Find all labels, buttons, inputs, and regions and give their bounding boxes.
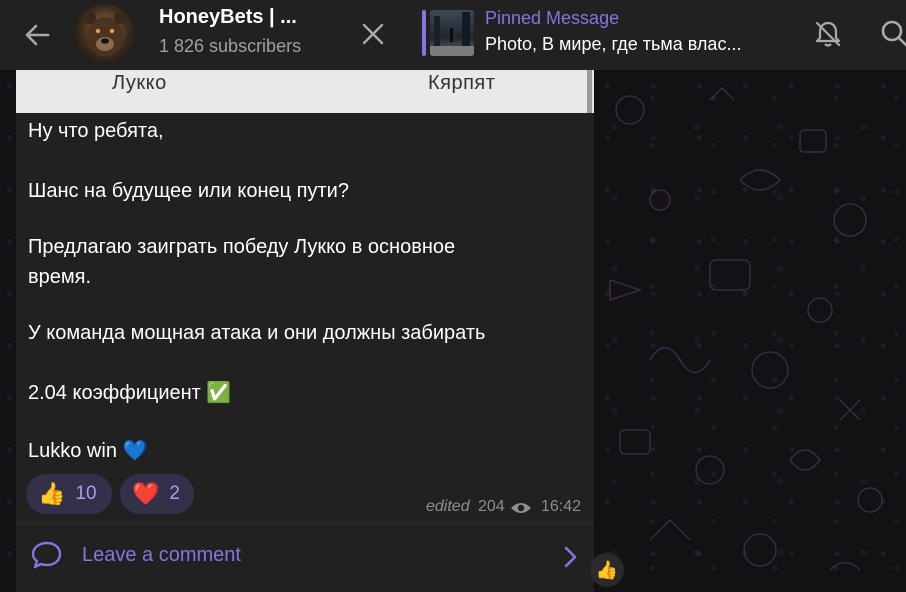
message-photo[interactable]: Лукко Кярпят — [16, 70, 594, 113]
channel-avatar[interactable] — [76, 4, 134, 62]
pinned-photo-icon — [430, 12, 474, 56]
search-icon[interactable] — [878, 17, 906, 51]
channel-title[interactable]: HoneyBets | ... — [159, 6, 297, 29]
bear-avatar-icon — [84, 12, 126, 57]
message-bubble: Лукко Кярпят Ну что ребята, Шанс на буду… — [16, 70, 594, 592]
message-text-line: Шанс на будущее или конец пути? — [28, 180, 349, 202]
background-doodles — [609, 86, 883, 571]
message-time: 16:42 — [541, 498, 582, 515]
quick-reaction-button[interactable]: 👍 — [590, 553, 624, 587]
edited-label: edited — [426, 498, 470, 515]
photo-team-right: Кярпят — [428, 72, 496, 94]
message-text-line: У команда мощная атака и они должны заби… — [28, 322, 486, 344]
pinned-message-label[interactable]: Pinned Message — [485, 8, 619, 29]
chevron-right-icon — [564, 546, 577, 568]
message-text-line: время. — [28, 266, 92, 288]
message-text-line: Ну что ребята, — [28, 120, 164, 142]
leave-comment-label: Leave a comment — [82, 544, 241, 566]
subscriber-count: 1 826 subscribers — [159, 36, 302, 56]
message-text-line: Lukko win 💙 — [28, 440, 148, 462]
message-text-line: 2.04 коэффициент ✅ — [28, 382, 232, 404]
reaction-heart[interactable]: ❤️ 2 — [120, 474, 194, 514]
pinned-indicator-bar — [422, 10, 426, 56]
thumbs-up-icon: 👍 — [595, 559, 619, 580]
pinned-message-text[interactable]: Photo, В мире, где тьма влас... — [485, 34, 741, 55]
photo-edge — [587, 70, 592, 113]
photo-team-left: Лукко — [112, 72, 167, 94]
heart-icon: ❤️ — [132, 481, 160, 506]
muted-bell-icon[interactable] — [812, 18, 844, 50]
reaction-count: 10 — [75, 483, 97, 504]
chat-header: HoneyBets | ... 1 826 subscribers Pinned… — [0, 0, 906, 71]
pinned-thumbnail[interactable] — [430, 10, 474, 56]
view-count: 204 — [478, 498, 505, 515]
reaction-count: 2 — [169, 483, 180, 504]
reaction-thumbs-up[interactable]: 👍 10 — [26, 474, 112, 514]
thumbs-up-icon: 👍 — [38, 481, 66, 506]
back-arrow-icon[interactable] — [22, 20, 52, 50]
eye-icon — [511, 503, 531, 513]
comment-icon — [31, 541, 62, 569]
message-text-line: Предлагаю заиграть победу Лукко в основн… — [28, 236, 456, 258]
close-icon[interactable] — [359, 20, 387, 48]
leave-comment-button[interactable]: Leave a comment — [16, 524, 594, 592]
